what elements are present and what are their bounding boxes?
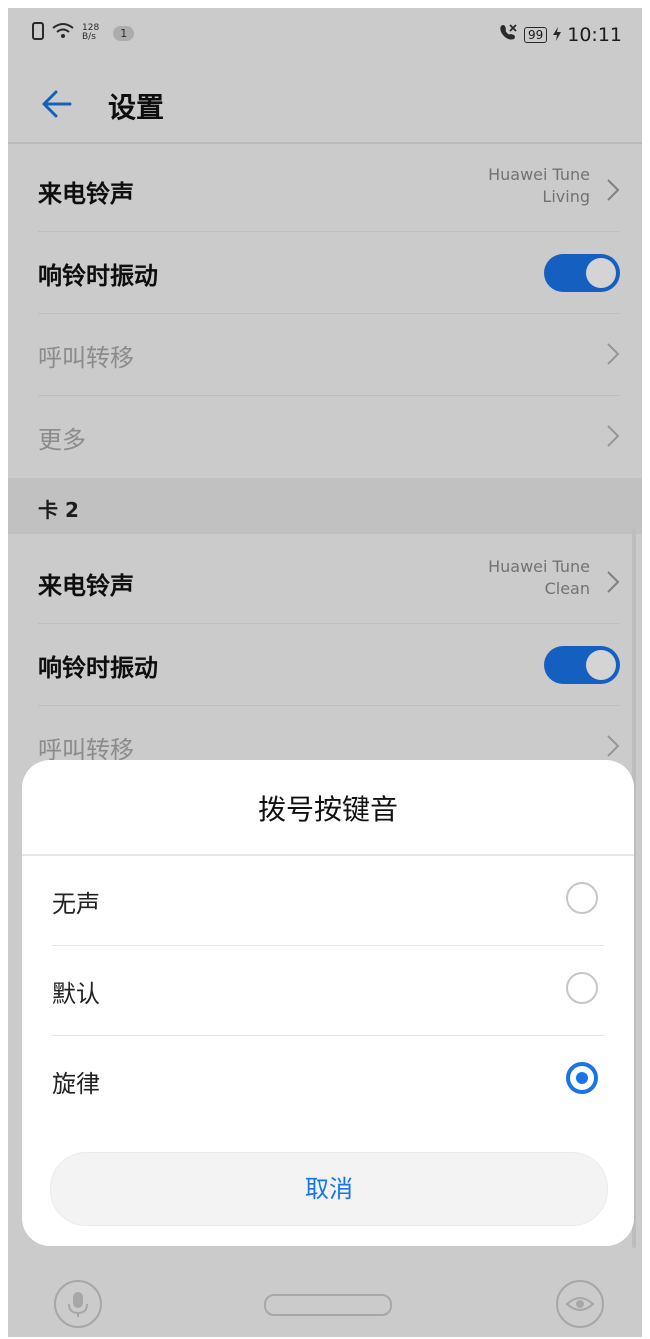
option-melody[interactable]: 旋律: [22, 1036, 634, 1126]
dial-tone-dialog: 拨号按键音 无声 默认 旋律 取消: [22, 760, 634, 1246]
option-label: 无声: [52, 890, 100, 918]
cancel-button[interactable]: 取消: [50, 1152, 608, 1226]
radio-button[interactable]: [566, 972, 598, 1004]
phone-screen: 128 B/s 1 99 10:11 设置 来电铃声 Huawei Tune L…: [8, 8, 642, 1337]
option-label: 默认: [52, 980, 100, 1008]
radio-button[interactable]: [566, 882, 598, 914]
option-label: 旋律: [52, 1070, 100, 1098]
option-default[interactable]: 默认: [22, 946, 634, 1036]
dialog-title: 拨号按键音: [257, 793, 398, 826]
option-silent[interactable]: 无声: [22, 856, 634, 946]
radio-button-selected[interactable]: [566, 1062, 598, 1094]
